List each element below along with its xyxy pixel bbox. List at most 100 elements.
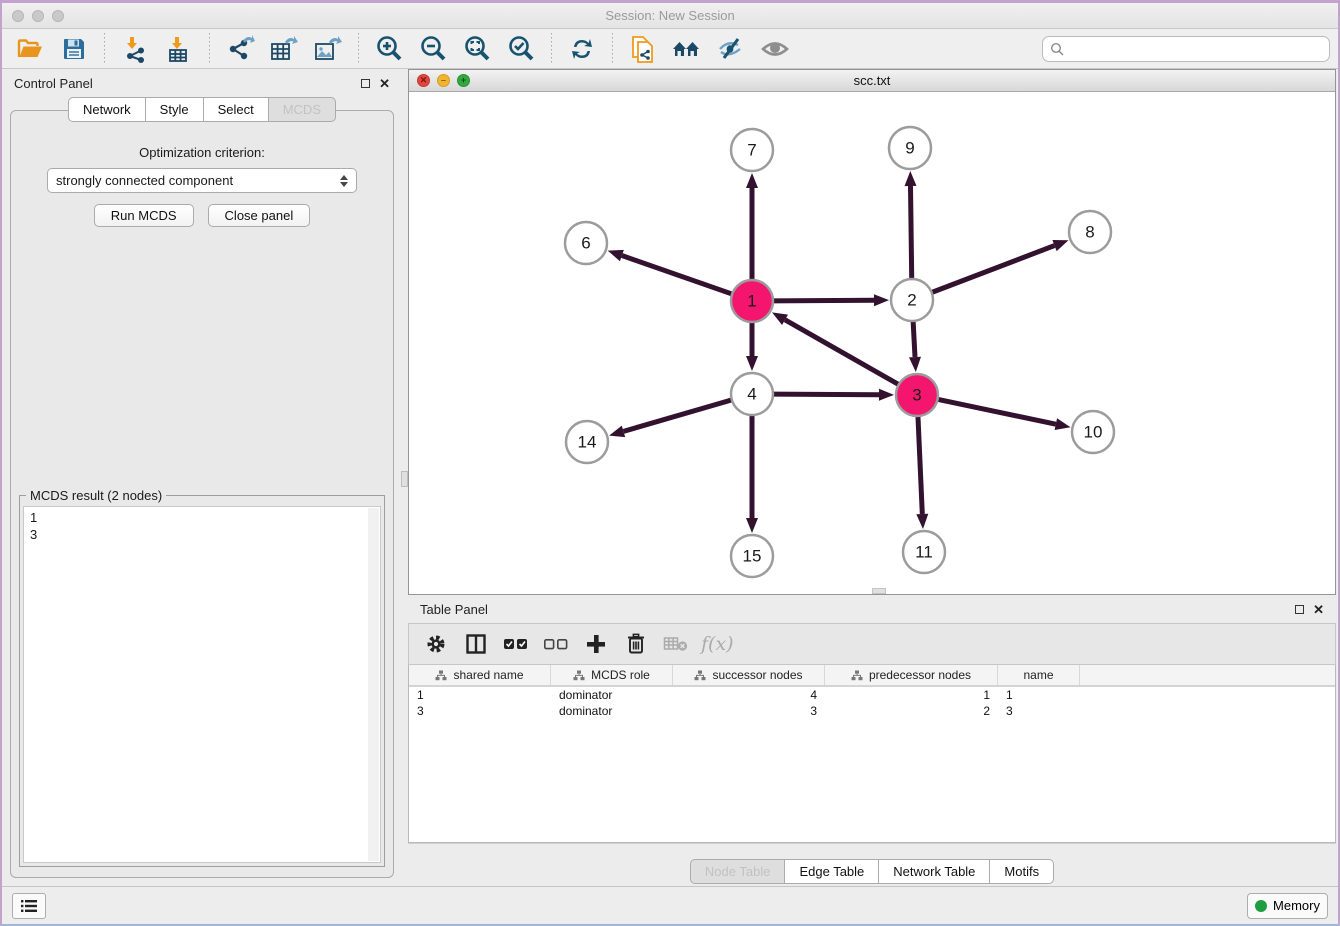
export-image-icon[interactable] [308,33,348,65]
search-box[interactable] [1042,36,1330,62]
cell-shared-name[interactable]: 3 [409,703,551,719]
cell-predecessor-nodes[interactable]: 2 [825,703,998,719]
tab-network-table[interactable]: Network Table [879,859,990,884]
graph-edge-arrowhead [1055,418,1071,430]
graph-edge[interactable] [913,321,915,357]
open-file-icon[interactable] [10,33,50,65]
tab-style[interactable]: Style [146,97,204,122]
graph-edge-arrowhead [905,171,917,186]
column-header-shared-name[interactable]: shared name [409,665,551,685]
optimization-criterion-select[interactable]: strongly connected component [47,168,357,193]
table-row[interactable]: 3 dominator 3 2 3 [409,703,1335,719]
add-column-icon[interactable] [581,629,611,659]
main-area: Control Panel ✕ Network Style Select MCD… [2,69,1338,886]
table-panel-tabs: Node Table Edge Table Network Table Moti… [408,856,1336,886]
table-panel-header: Table Panel ✕ [408,595,1336,623]
save-session-icon[interactable] [54,33,94,65]
graph-edge[interactable] [932,246,1055,293]
graph-edge[interactable] [918,416,922,514]
search-input[interactable] [1069,41,1322,56]
search-icon [1050,42,1064,56]
graph-edge[interactable] [773,394,879,395]
cell-mcds-role[interactable]: dominator [551,687,673,703]
result-scrollbar[interactable] [368,508,379,861]
run-mcds-button[interactable]: Run MCDS [94,204,194,227]
graph-edge[interactable] [938,399,1056,424]
close-table-panel-icon[interactable]: ✕ [1313,605,1324,614]
control-panel: Control Panel ✕ Network Style Select MCD… [2,69,402,886]
task-history-button[interactable] [12,893,46,919]
graph-edge[interactable] [622,256,732,295]
float-table-panel-icon[interactable] [1295,605,1304,614]
cell-successor-nodes[interactable]: 4 [673,687,825,703]
graph-edge[interactable] [773,300,874,301]
network-overview-icon[interactable] [667,33,707,65]
cell-predecessor-nodes[interactable]: 1 [825,687,998,703]
refresh-layout-icon[interactable] [562,33,602,65]
table-horizontal-scrollbar[interactable] [408,843,1336,856]
cell-successor-nodes[interactable]: 3 [673,703,825,719]
duplicate-network-icon[interactable] [623,33,663,65]
cell-mcds-role[interactable]: dominator [551,703,673,719]
column-header-predecessor-nodes[interactable]: predecessor nodes [825,665,998,685]
memory-button[interactable]: Memory [1247,893,1328,919]
column-header-successor-nodes[interactable]: successor nodes [673,665,825,685]
hide-selected-icon[interactable] [711,33,751,65]
delete-column-trash-icon[interactable] [621,629,651,659]
mcds-result-list[interactable]: 1 3 [23,506,381,863]
zoom-out-icon[interactable] [413,33,453,65]
tab-mcds[interactable]: MCDS [269,97,336,122]
import-table-icon[interactable] [159,33,199,65]
graph-node-label: 3 [912,386,921,405]
column-header-name[interactable]: name [998,665,1080,685]
search-container [1042,36,1330,62]
graph-edge[interactable] [911,186,912,279]
network-view-window: ✕ – + scc.txt 1234678910111415 [408,69,1336,595]
network-canvas[interactable]: 1234678910111415 [409,92,1335,594]
mcds-result-line: 1 [30,509,374,526]
attribute-type-icon [573,670,585,681]
toolbar-separator [612,33,613,65]
graph-edge-arrowhead [874,294,889,306]
cell-name[interactable]: 1 [998,687,1080,703]
show-all-icon[interactable] [755,33,795,65]
graph-edge[interactable] [785,320,899,385]
close-panel-icon[interactable]: ✕ [379,79,390,88]
column-header-filler [1080,665,1335,685]
export-network-icon[interactable] [220,33,260,65]
cell-shared-name[interactable]: 1 [409,687,551,703]
deselect-all-icon[interactable] [541,629,571,659]
horizontal-splitter-handle[interactable] [872,588,886,594]
zoom-fit-icon[interactable] [457,33,497,65]
table-row[interactable]: 1 dominator 4 1 1 [409,687,1335,703]
vertical-splitter-handle[interactable] [401,471,408,487]
mcds-result-line: 3 [30,526,374,543]
network-graph[interactable]: 1234678910111415 [409,92,1335,594]
table-settings-gear-icon[interactable] [421,629,451,659]
column-visibility-icon[interactable] [461,629,491,659]
table-panel: Table Panel ✕ [408,595,1336,886]
network-window-titlebar[interactable]: ✕ – + scc.txt [409,70,1335,92]
graph-node-label: 9 [905,139,914,158]
tab-motifs[interactable]: Motifs [990,859,1054,884]
task-list-icon [20,899,38,913]
export-table-icon[interactable] [264,33,304,65]
mcds-result-title: MCDS result (2 nodes) [26,488,166,503]
tab-node-table[interactable]: Node Table [690,859,786,884]
tab-select[interactable]: Select [204,97,269,122]
tab-network[interactable]: Network [68,97,146,122]
close-panel-button[interactable]: Close panel [208,204,311,227]
graph-edge-arrowhead [609,426,625,438]
graph-edge-arrowhead [608,250,624,261]
attribute-type-icon [435,670,447,681]
cell-name[interactable]: 3 [998,703,1080,719]
column-header-mcds-role[interactable]: MCDS role [551,665,673,685]
zoom-in-icon[interactable] [369,33,409,65]
float-panel-icon[interactable] [361,79,370,88]
select-all-icon[interactable] [501,629,531,659]
cell-filler [1080,687,1335,703]
tab-edge-table[interactable]: Edge Table [785,859,879,884]
graph-edge[interactable] [623,400,731,432]
import-network-icon[interactable] [115,33,155,65]
zoom-selected-icon[interactable] [501,33,541,65]
